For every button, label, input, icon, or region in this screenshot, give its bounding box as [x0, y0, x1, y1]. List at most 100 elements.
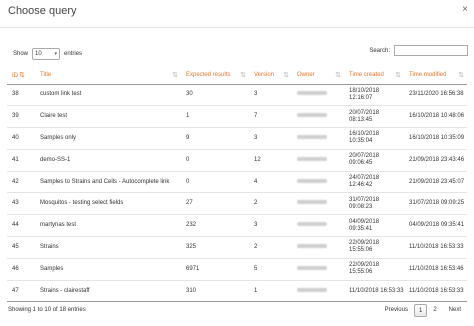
cell-version: 4: [249, 170, 292, 193]
column-header-version[interactable]: Version ⇅: [249, 66, 292, 85]
cell-owner: [292, 170, 344, 193]
table-info: Showing 1 to 10 of 18 entries: [8, 307, 86, 313]
page-button[interactable]: 2: [427, 304, 442, 317]
close-icon[interactable]: ×: [462, 5, 468, 15]
owner-redacted: [297, 200, 327, 205]
cell-expected: 1: [181, 105, 249, 128]
cell-id: 39: [7, 105, 35, 128]
entries-select-value: 10: [35, 51, 42, 57]
cell-created: 31/07/2018 09:08:23: [344, 192, 404, 215]
column-header-label: Expected results: [186, 71, 231, 78]
cell-version: 3: [249, 127, 292, 150]
column-header-label: Version: [254, 71, 275, 78]
sort-arrows-icon: ⇅: [172, 72, 178, 79]
column-header-label: Time modified: [409, 71, 447, 78]
column-header-title[interactable]: Title ⇅: [35, 66, 181, 85]
cell-created: 18/10/2018 12:16:07: [349, 87, 380, 101]
cell-created: 04/09/2018 09:35:41: [344, 214, 404, 237]
owner-redacted: [297, 91, 327, 96]
next-button[interactable]: Next: [443, 304, 467, 317]
cell-modified: 21/09/2018 23:45:07: [404, 170, 467, 193]
cell-title: custom link test: [40, 91, 82, 98]
header-divider: [0, 27, 474, 28]
previous-button[interactable]: Previous: [379, 304, 414, 317]
cell-expected: 27: [181, 192, 249, 215]
cell-expected: 9: [181, 127, 249, 150]
cell-modified: 11/10/2018 16:53:33: [404, 279, 467, 303]
cell-version: 12: [249, 148, 292, 172]
entries-select[interactable]: 10 ▾: [32, 48, 61, 60]
cell-modified: 16/10/2018 10:48:06: [404, 105, 467, 128]
cell-modified: 21/09/2018 23:43:46: [404, 148, 467, 172]
cell-title: Samples: [35, 257, 181, 281]
owner-redacted: [297, 265, 327, 270]
table-row[interactable]: 39 Claire test 1 7 20/07/2018 08:13:45 1…: [7, 105, 467, 128]
cell-owner: [292, 127, 344, 150]
show-label: Show: [13, 51, 29, 57]
table-row[interactable]: 42 Samples to Strains and Cells - Autoco…: [7, 170, 467, 193]
owner-redacted: [297, 287, 327, 292]
search-input[interactable]: [394, 45, 468, 56]
table-row[interactable]: 43 Mosquitos - testing select fields 27 …: [7, 192, 467, 215]
cell-created: 22/09/2018 15:55:06: [344, 257, 404, 281]
column-header-label: Owner: [297, 71, 315, 78]
sort-arrows-icon: ⇅: [335, 72, 341, 79]
table-row[interactable]: 47 Strains - clairestaff 310 1 11/10/201…: [7, 279, 467, 303]
cell-modified: 23/11/2020 16:56:38: [409, 91, 464, 98]
search-label: Search:: [369, 47, 390, 54]
cell-version: 7: [249, 105, 292, 128]
owner-redacted: [297, 222, 327, 227]
table-row[interactable]: 38 custom link test 30 3 18/10/2018 12:1…: [7, 84, 467, 106]
cell-title: Samples to Strains and Cells - Autocompl…: [35, 170, 181, 193]
sort-arrows-icon: ⇅: [458, 72, 464, 79]
cell-owner: [292, 236, 344, 259]
cell-id: 40: [7, 127, 35, 150]
cell-expected: 310: [181, 279, 249, 303]
cell-id: 41: [7, 148, 35, 172]
cell-expected: 232: [181, 214, 249, 237]
owner-redacted: [297, 134, 327, 139]
cell-created: 16/10/2018 10:35:04: [344, 127, 404, 150]
cell-version: 2: [249, 192, 292, 215]
page-button-current[interactable]: 1: [413, 304, 428, 317]
cell-version: 2: [249, 236, 292, 259]
table-row[interactable]: 44 martynas test 232 3 04/09/2018 09:35:…: [7, 214, 467, 237]
cell-created: 20/07/2018 08:13:45: [344, 105, 404, 128]
cell-modified: 31/07/2018 09:09:25: [404, 192, 467, 215]
cell-title: Strains: [35, 236, 181, 259]
table-row[interactable]: 41 demo-SS-1 0 12 20/07/2018 09:06:45 21…: [7, 148, 467, 172]
column-header-modified[interactable]: Time modified ⇅: [404, 66, 467, 85]
cell-title: demo-SS-1: [35, 148, 181, 172]
page-length-control: Show 10 ▾ entries: [13, 48, 82, 60]
cell-expected: 0: [181, 170, 249, 193]
pagination: Previous 1 2 Next: [379, 304, 467, 317]
cell-version: 1: [249, 279, 292, 303]
column-header-owner[interactable]: Owner ⇅: [292, 66, 344, 85]
column-header-created[interactable]: Time created ⇅: [344, 66, 404, 85]
cell-id: 43: [7, 192, 35, 215]
column-header-expected[interactable]: Expected results ⇅: [181, 66, 249, 85]
modal-title: Choose query: [8, 5, 77, 17]
column-header-id[interactable]: ID⇅: [7, 66, 35, 85]
column-header-label: Time created: [349, 71, 384, 78]
sort-ascending-icon: ⇅: [19, 71, 25, 79]
cell-created: 22/09/2018 15:55:06: [344, 236, 404, 259]
table-header-row: ID⇅ Title ⇅ Expected results ⇅ Version ⇅ Ow…: [7, 66, 467, 85]
sort-arrows-icon: ⇅: [395, 72, 401, 79]
table-row[interactable]: 45 Strains 325 2 22/09/2018 15:55:06 11/…: [7, 236, 467, 259]
cell-title: Mosquitos - testing select fields: [35, 192, 181, 215]
cell-expected: 325: [181, 236, 249, 259]
cell-created: 24/07/2018 12:46:42: [344, 170, 404, 193]
cell-version: 5: [249, 257, 292, 281]
query-table: ID⇅ Title ⇅ Expected results ⇅ Version ⇅ Ow…: [7, 66, 467, 303]
table-row[interactable]: 46 Samples 6971 5 22/09/2018 15:55:06 11…: [7, 257, 467, 281]
column-header-label: ID: [12, 72, 18, 79]
cell-owner: [292, 105, 344, 128]
entries-label: entries: [64, 51, 83, 57]
cell-expected: 30: [186, 91, 193, 98]
cell-version: 3: [249, 214, 292, 237]
cell-expected: 6971: [181, 257, 249, 281]
cell-owner: [292, 214, 344, 237]
cell-modified: 11/10/2018 16:53:33: [404, 236, 467, 259]
table-row[interactable]: 40 Samples only 9 3 16/10/2018 10:35:04 …: [7, 127, 467, 150]
